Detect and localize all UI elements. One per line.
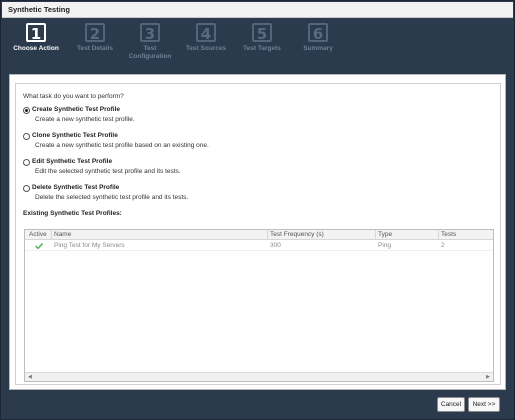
radio-button[interactable]	[23, 107, 30, 114]
step-label: Summary	[303, 45, 333, 52]
option-title: Delete Synthetic Test Profile	[32, 184, 120, 191]
column-header-test-frequency[interactable]: Test Frequency (s)	[270, 231, 324, 238]
next-button[interactable]: Next >>	[468, 397, 500, 412]
step-number-1: 1	[26, 23, 46, 42]
column-divider	[51, 230, 52, 240]
scroll-right-icon[interactable]: ▶	[486, 375, 490, 380]
cancel-button[interactable]: Cancel	[437, 397, 465, 412]
step-number-3: 3	[140, 23, 160, 42]
radio-button[interactable]	[23, 159, 30, 166]
column-header-active[interactable]: Active	[29, 231, 47, 238]
step-number-5: 5	[252, 23, 272, 42]
option-description: Delete the selected synthetic test profi…	[35, 194, 189, 201]
table-row[interactable]: Ping Test for My Servers 300 Ping 2	[25, 241, 493, 251]
wizard-step-test-configuration: 3 Test Configuration	[118, 23, 182, 61]
window-title: Synthetic Testing	[8, 5, 70, 14]
column-header-type[interactable]: Type	[378, 231, 392, 238]
column-divider	[438, 230, 439, 240]
option-title: Clone Synthetic Test Profile	[32, 132, 118, 139]
horizontal-scrollbar[interactable]: ◀ ▶	[25, 372, 493, 381]
option-description: Create a new synthetic test profile base…	[35, 142, 209, 149]
scroll-left-icon[interactable]: ◀	[28, 375, 32, 380]
existing-profiles-label: Existing Synthetic Test Profiles:	[23, 210, 122, 217]
wizard-step-test-sources: 4 Test Sources	[174, 23, 238, 53]
radio-button[interactable]	[23, 185, 30, 192]
profiles-grid: Active Name Test Frequency (s) Type Test…	[24, 229, 494, 382]
synthetic-testing-dialog: Synthetic Testing 1 Choose Action 2 Test…	[0, 0, 515, 420]
row-frequency: 300	[270, 242, 281, 249]
step-label: Test Configuration	[128, 45, 172, 60]
wizard-steps: 1 Choose Action 2 Test Details 3 Test Con…	[1, 19, 514, 71]
content-panel: What task do you want to perform? Create…	[9, 74, 506, 390]
column-header-name[interactable]: Name	[54, 231, 71, 238]
wizard-step-summary: 6 Summary	[286, 23, 350, 53]
task-question: What task do you want to perform?	[23, 93, 124, 100]
wizard-step-choose-action[interactable]: 1 Choose Action	[4, 23, 68, 53]
wizard-step-test-targets: 5 Test Targets	[230, 23, 294, 53]
column-divider	[375, 230, 376, 240]
option-title: Create Synthetic Test Profile	[32, 106, 121, 113]
radio-button[interactable]	[23, 133, 30, 140]
option-description: Create a new synthetic test profile.	[35, 116, 135, 123]
column-divider	[267, 230, 268, 240]
step-number-6: 6	[308, 23, 328, 42]
step-number-2: 2	[85, 23, 105, 42]
column-header-tests[interactable]: Tests	[441, 231, 456, 238]
task-form: What task do you want to perform? Create…	[15, 83, 501, 385]
check-icon	[35, 243, 43, 249]
step-label: Test Sources	[185, 45, 227, 52]
step-label: Choose Action	[13, 45, 59, 52]
row-name: Ping Test for My Servers	[54, 242, 125, 249]
row-type: Ping	[378, 242, 392, 249]
option-description: Edit the selected synthetic test profile…	[35, 168, 181, 175]
title-bar: Synthetic Testing	[2, 2, 513, 18]
step-number-4: 4	[196, 23, 216, 42]
row-tests: 2	[441, 242, 445, 249]
grid-header: Active Name Test Frequency (s) Type Test…	[25, 230, 493, 240]
step-label: Test Targets	[243, 45, 281, 52]
option-title: Edit Synthetic Test Profile	[32, 158, 113, 165]
